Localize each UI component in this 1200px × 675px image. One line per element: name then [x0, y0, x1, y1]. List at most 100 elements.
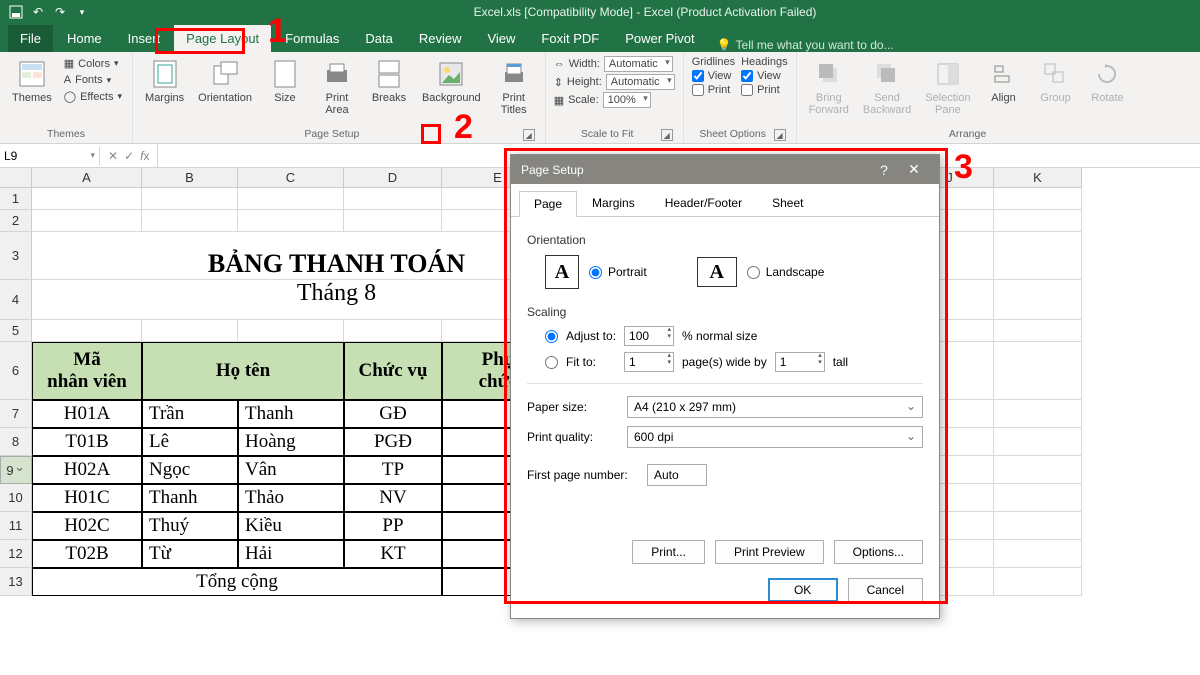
fit-to-radio[interactable]: [545, 356, 558, 369]
dialog-tab-header-footer[interactable]: Header/Footer: [650, 190, 757, 216]
cell[interactable]: Hoàng: [238, 428, 344, 456]
tab-page-layout[interactable]: Page Layout: [174, 25, 271, 52]
cell[interactable]: Vân: [238, 456, 344, 484]
cell[interactable]: TP: [344, 456, 442, 484]
cell[interactable]: [994, 568, 1082, 596]
cell[interactable]: [994, 232, 1082, 280]
cell[interactable]: Thanh: [142, 484, 238, 512]
cell[interactable]: KT: [344, 540, 442, 568]
tab-view[interactable]: View: [475, 25, 527, 52]
adjust-spinner[interactable]: 100: [624, 326, 674, 346]
cell[interactable]: Chức vụ: [344, 342, 442, 400]
size-button[interactable]: Size: [262, 56, 308, 106]
row-header-4[interactable]: 4: [0, 280, 32, 320]
cell[interactable]: Ngọc: [142, 456, 238, 484]
cell[interactable]: [994, 342, 1082, 400]
print-quality-select[interactable]: 600 dpi: [627, 426, 923, 448]
row-header-11[interactable]: 11: [0, 512, 32, 540]
row-header-5[interactable]: 5: [0, 320, 32, 342]
background-button[interactable]: Background: [418, 56, 485, 106]
cell[interactable]: [994, 428, 1082, 456]
cell[interactable]: Hải: [238, 540, 344, 568]
scale-combo[interactable]: 100%: [603, 92, 651, 108]
cell[interactable]: [142, 210, 238, 232]
send-backward-button[interactable]: Send Backward: [859, 56, 915, 118]
tab-home[interactable]: Home: [55, 25, 114, 52]
cell[interactable]: [994, 400, 1082, 428]
row-header-6[interactable]: 6: [0, 342, 32, 400]
cell[interactable]: T01B: [32, 428, 142, 456]
align-button[interactable]: Align: [980, 56, 1026, 106]
dialog-tab-margins[interactable]: Margins: [577, 190, 650, 216]
cell[interactable]: [994, 484, 1082, 512]
cell[interactable]: PP: [344, 512, 442, 540]
redo-icon[interactable]: ↷: [52, 4, 68, 20]
cell[interactable]: [994, 320, 1082, 342]
width-combo[interactable]: Automatic: [604, 56, 673, 72]
row-header-7[interactable]: 7: [0, 400, 32, 428]
row-header-1[interactable]: 1: [0, 188, 32, 210]
cell[interactable]: Trần: [142, 400, 238, 428]
tab-insert[interactable]: Insert: [116, 25, 173, 52]
paper-size-select[interactable]: A4 (210 x 297 mm): [627, 396, 923, 418]
cell[interactable]: [344, 188, 442, 210]
save-icon[interactable]: [8, 4, 24, 20]
colors-button[interactable]: ▦Colors▾: [62, 56, 124, 71]
cell[interactable]: [142, 320, 238, 342]
cell[interactable]: [32, 210, 142, 232]
headings-print-checkbox[interactable]: [741, 84, 753, 96]
print-titles-button[interactable]: Print Titles: [491, 56, 537, 118]
cell[interactable]: GĐ: [344, 400, 442, 428]
sheetopts-launcher[interactable]: ◢: [774, 129, 786, 141]
height-combo[interactable]: Automatic: [606, 74, 675, 90]
fit-tall-spinner[interactable]: 1: [775, 352, 825, 372]
tab-review[interactable]: Review: [407, 25, 474, 52]
cell[interactable]: Thảo: [238, 484, 344, 512]
scale-launcher[interactable]: ◢: [661, 129, 673, 141]
cell[interactable]: [994, 210, 1082, 232]
page-setup-launcher[interactable]: ◢: [523, 129, 535, 141]
tab-file[interactable]: File: [8, 25, 53, 52]
cell[interactable]: [32, 320, 142, 342]
dialog-tab-sheet[interactable]: Sheet: [757, 190, 818, 216]
cell[interactable]: PGĐ: [344, 428, 442, 456]
help-icon[interactable]: ?: [869, 162, 899, 178]
cancel-icon[interactable]: ✕: [108, 149, 118, 163]
orientation-button[interactable]: Orientation: [194, 56, 256, 106]
adjust-to-radio[interactable]: [545, 330, 558, 343]
col-header-A[interactable]: A: [32, 168, 142, 188]
cell[interactable]: H02A: [32, 456, 142, 484]
row-header-12[interactable]: 12: [0, 540, 32, 568]
cell[interactable]: [238, 320, 344, 342]
first-page-input[interactable]: Auto: [647, 464, 707, 486]
cell[interactable]: [142, 188, 238, 210]
gridlines-view-checkbox[interactable]: [692, 70, 704, 82]
cell[interactable]: Thuý: [142, 512, 238, 540]
cell[interactable]: [344, 210, 442, 232]
dialog-titlebar[interactable]: Page Setup ? ✕: [511, 155, 939, 184]
row-header-13[interactable]: 13: [0, 568, 32, 596]
cell[interactable]: Mã nhân viên: [32, 342, 142, 400]
col-header-D[interactable]: D: [344, 168, 442, 188]
cell[interactable]: [994, 280, 1082, 320]
cell[interactable]: Tổng cộng: [32, 568, 442, 596]
tab-power-pivot[interactable]: Power Pivot: [613, 25, 706, 52]
tab-data[interactable]: Data: [353, 25, 404, 52]
cell[interactable]: [32, 188, 142, 210]
row-header-9[interactable]: 9: [0, 456, 32, 484]
col-header-C[interactable]: C: [238, 168, 344, 188]
fonts-button[interactable]: AFonts▾: [62, 73, 124, 87]
breaks-button[interactable]: Breaks: [366, 56, 412, 106]
margins-button[interactable]: Margins: [141, 56, 188, 106]
cell[interactable]: [994, 540, 1082, 568]
close-icon[interactable]: ✕: [899, 161, 929, 178]
cancel-button[interactable]: Cancel: [848, 578, 923, 602]
cell[interactable]: H01A: [32, 400, 142, 428]
row-header-10[interactable]: 10: [0, 484, 32, 512]
ok-button[interactable]: OK: [768, 578, 838, 602]
cell[interactable]: H02C: [32, 512, 142, 540]
effects-button[interactable]: ◯Effects▾: [62, 89, 124, 104]
tell-me-search[interactable]: 💡 Tell me what you want to do...: [717, 38, 894, 52]
cell[interactable]: Lê: [142, 428, 238, 456]
cell[interactable]: T02B: [32, 540, 142, 568]
